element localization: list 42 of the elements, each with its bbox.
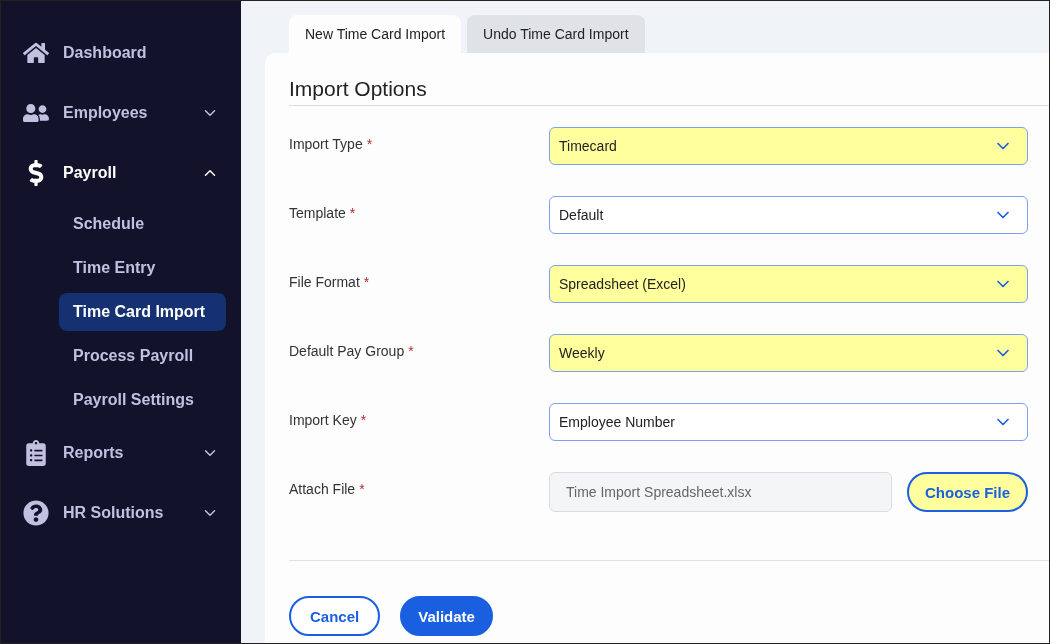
nav-subitem[interactable]: Time Entry [59,249,226,287]
nav-subitem[interactable]: Process Payroll [59,337,226,375]
nav-subitem[interactable]: Schedule [59,205,226,243]
validate-button[interactable]: Validate [400,596,493,636]
tab[interactable]: New Time Card Import [289,15,462,53]
dropdown-field[interactable]: Spreadsheet (Excel) [549,265,1028,303]
dropdown-value: Spreadsheet (Excel) [559,276,686,292]
choose-file-button[interactable]: Choose File [907,472,1028,512]
dropdown-value: Weekly [559,345,605,361]
nav-item[interactable]: Reports [63,444,187,462]
required-mark: * [360,412,367,428]
field-label: Template [289,205,346,221]
field-label: File Format [289,274,360,290]
file-field[interactable]: Time Import Spreadsheet.xlsx [549,472,892,512]
nav-subitem[interactable]: Payroll Settings [59,381,226,419]
nav-subitem[interactable]: Time Card Import [59,293,226,331]
required-mark: * [408,343,414,359]
dropdown-field[interactable]: Employee Number [549,403,1028,441]
help-icon [23,500,49,526]
nav-item[interactable]: Dashboard [63,44,233,62]
home-icon [23,40,49,66]
dropdown-field[interactable]: Timecard [549,127,1028,165]
field-label: Import Key [289,412,357,428]
dropdown-value: Default [559,207,604,223]
nav-item[interactable]: HR Solutions [63,504,187,522]
field-label: Attach File [289,481,356,497]
required-mark: * [363,274,370,290]
field-label: Import Type [289,136,363,152]
nav-item[interactable]: Employees [63,104,187,122]
nav-item[interactable]: Payroll [63,164,187,182]
field-label: Default Pay Group [289,343,405,359]
dropdown-field[interactable]: Weekly [549,334,1028,372]
required-mark: * [349,205,356,221]
cancel-button[interactable]: Cancel [289,596,381,636]
dropdown-field[interactable]: Default [549,196,1028,234]
required-mark: * [366,136,373,152]
dropdown-value: Employee Number [559,414,675,430]
required-mark: * [359,481,365,497]
clipboard-icon [23,440,49,466]
section-title: Import Options [289,77,1049,106]
tab[interactable]: Undo Time Card Import [467,15,645,53]
dropdown-value: Timecard [559,138,617,154]
